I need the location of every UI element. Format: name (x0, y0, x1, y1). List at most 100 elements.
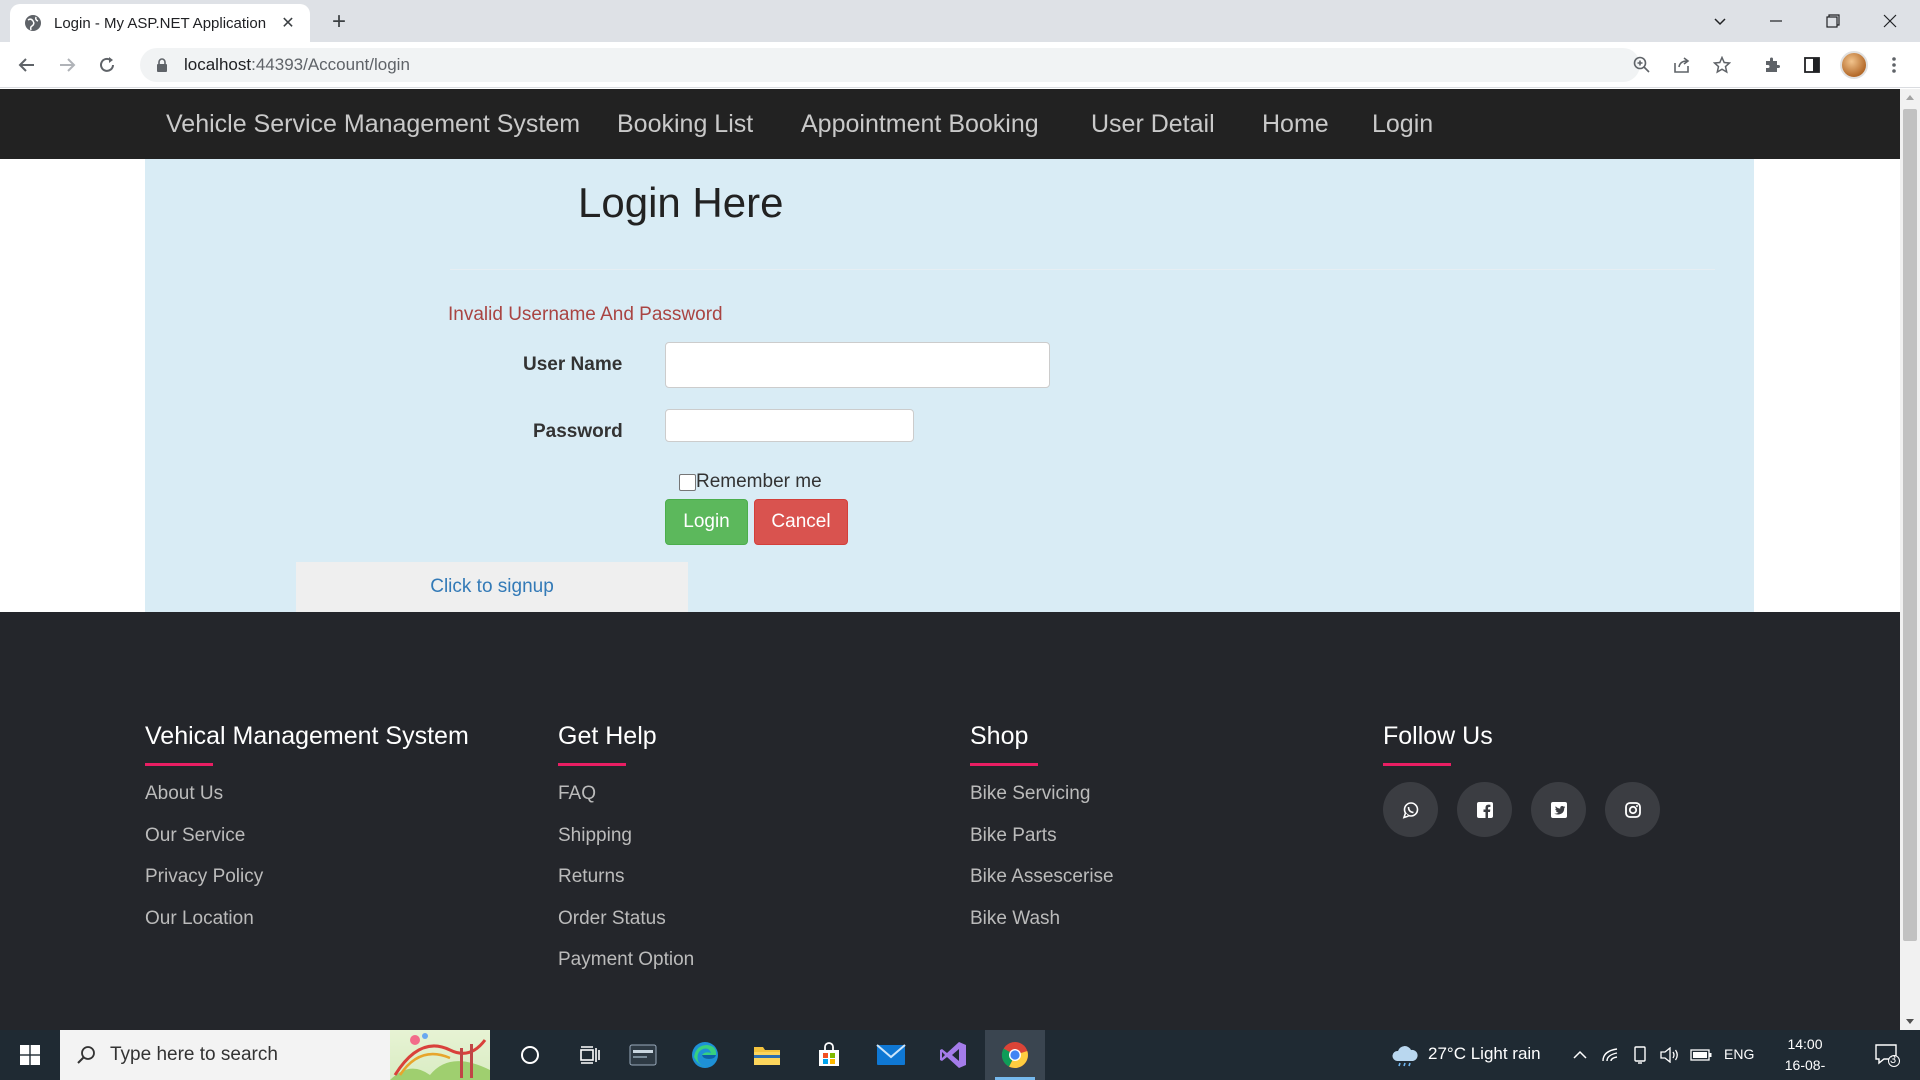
username-input[interactable] (665, 342, 1050, 388)
scrollbar-thumb[interactable] (1903, 109, 1917, 941)
site-footer: Vehical Management System About Us Our S… (0, 612, 1900, 1030)
chrome-icon[interactable] (985, 1030, 1045, 1080)
microsoft-store-icon[interactable] (799, 1030, 859, 1080)
file-explorer-icon[interactable] (737, 1030, 797, 1080)
browser-tab[interactable]: Login - My ASP.NET Application ✕ (10, 4, 310, 42)
footer-link-faq[interactable]: FAQ (558, 782, 694, 824)
globe-icon (24, 14, 42, 32)
network-icon[interactable] (1598, 1030, 1622, 1080)
whatsapp-icon[interactable] (1383, 782, 1438, 837)
footer-link-payment-option[interactable]: Payment Option (558, 948, 694, 990)
nav-booking-list[interactable]: Booking List (617, 89, 753, 159)
footer-heading-underline (1383, 763, 1451, 766)
profile-avatar[interactable] (1840, 51, 1868, 79)
visual-studio-icon[interactable] (923, 1030, 983, 1080)
close-window-icon[interactable] (1862, 0, 1918, 42)
scroll-up-icon[interactable] (1906, 95, 1914, 100)
footer-link-bike-assescerise[interactable]: Bike Assescerise (970, 865, 1114, 907)
footer-link-privacy-policy[interactable]: Privacy Policy (145, 865, 469, 907)
cortana-icon[interactable] (500, 1030, 560, 1080)
weather-cloud-icon[interactable] (1380, 1030, 1430, 1080)
taskbar-search[interactable]: Type here to search (60, 1030, 490, 1080)
search-highlight-illustration (390, 1030, 490, 1080)
volume-icon[interactable] (1658, 1030, 1682, 1080)
mail-icon[interactable] (861, 1030, 921, 1080)
footer-link-returns[interactable]: Returns (558, 865, 694, 907)
password-label: Password (533, 421, 623, 442)
zoom-icon[interactable] (1630, 53, 1654, 77)
tab-search-icon[interactable] (1692, 0, 1748, 42)
facebook-icon[interactable] (1457, 782, 1512, 837)
footer-link-bike-wash[interactable]: Bike Wash (970, 907, 1114, 949)
windows-taskbar: Type here to search 27°C Light rain ENG … (0, 1030, 1920, 1080)
task-view-icon[interactable] (560, 1030, 620, 1080)
footer-link-our-service[interactable]: Our Service (145, 824, 469, 866)
back-icon[interactable] (15, 53, 39, 77)
notification-count: 3 (1890, 1054, 1897, 1066)
mysql-workbench-icon[interactable] (613, 1030, 673, 1080)
nav-brand[interactable]: Vehicle Service Management System (166, 89, 580, 159)
browser-tab-bar: Login - My ASP.NET Application ✕ + (0, 0, 1920, 42)
device-icon[interactable] (1628, 1030, 1652, 1080)
share-icon[interactable] (1670, 53, 1694, 77)
footer-col-follow: Follow Us (1383, 722, 1660, 837)
footer-link-about-us[interactable]: About Us (145, 782, 469, 824)
reload-icon[interactable] (95, 53, 119, 77)
login-panel: Login Here Invalid Username And Password… (145, 159, 1754, 612)
scroll-down-icon[interactable] (1906, 1019, 1914, 1024)
restore-icon[interactable] (1805, 0, 1861, 42)
nav-home[interactable]: Home (1262, 89, 1329, 159)
extensions-icon[interactable] (1760, 53, 1784, 77)
taskbar-clock[interactable]: 14:00 16-08-2022 (1770, 1034, 1840, 1080)
menu-kebab-icon[interactable] (1882, 53, 1906, 77)
remember-checkbox[interactable] (679, 473, 696, 491)
twitter-icon[interactable] (1531, 782, 1586, 837)
windows-start-icon[interactable] (0, 1030, 60, 1080)
cancel-button[interactable]: Cancel (754, 499, 848, 545)
clock-date: 16-08-2022 (1784, 1057, 1826, 1080)
battery-icon[interactable] (1688, 1030, 1714, 1080)
footer-link-shipping[interactable]: Shipping (558, 824, 694, 866)
login-button[interactable]: Login (665, 499, 748, 545)
new-tab-icon[interactable]: + (325, 8, 353, 36)
search-placeholder: Type here to search (110, 1044, 278, 1065)
remember-label: Remember me (696, 471, 822, 492)
footer-link-bike-servicing[interactable]: Bike Servicing (970, 782, 1114, 824)
notifications-icon[interactable]: 3 (1862, 1030, 1912, 1080)
footer-heading: Get Help (558, 722, 657, 750)
address-bar[interactable]: localhost:44393/Account/login (140, 48, 1640, 82)
signup-link[interactable]: Click to signup (430, 576, 554, 598)
footer-col-help: Get Help FAQ Shipping Returns Order Stat… (558, 722, 694, 990)
footer-col-shop: Shop Bike Servicing Bike Parts Bike Asse… (970, 722, 1114, 948)
page-title: Login Here (578, 179, 784, 226)
footer-heading: Follow Us (1383, 722, 1493, 750)
forward-icon[interactable] (55, 53, 79, 77)
tab-title: Login - My ASP.NET Application (54, 14, 267, 32)
username-label: User Name (523, 354, 623, 375)
weather-text[interactable]: 27°C Light rain (1428, 1044, 1541, 1064)
footer-link-bike-parts[interactable]: Bike Parts (970, 824, 1114, 866)
divider (450, 269, 1715, 270)
bookmark-star-icon[interactable] (1710, 53, 1734, 77)
side-panel-icon[interactable] (1800, 53, 1824, 77)
page-scrollbar[interactable] (1900, 89, 1920, 1030)
lock-icon (154, 57, 170, 73)
remember-me[interactable]: Remember me (679, 471, 822, 493)
site-navbar: Vehicle Service Management System Bookin… (0, 89, 1900, 159)
language-indicator[interactable]: ENG (1724, 1046, 1754, 1062)
footer-col-about: Vehical Management System About Us Our S… (145, 722, 469, 948)
tab-close-icon[interactable]: ✕ (278, 13, 298, 33)
instagram-icon[interactable] (1605, 782, 1660, 837)
nav-user-detail[interactable]: User Detail (1091, 89, 1215, 159)
password-input[interactable] (665, 409, 914, 442)
nav-appointment-booking[interactable]: Appointment Booking (801, 89, 1039, 159)
footer-link-our-location[interactable]: Our Location (145, 907, 469, 949)
social-links (1383, 782, 1660, 837)
validation-error: Invalid Username And Password (448, 304, 723, 325)
minimize-icon[interactable] (1748, 0, 1804, 42)
edge-icon[interactable] (675, 1030, 735, 1080)
nav-login[interactable]: Login (1372, 89, 1433, 159)
url-text: localhost:44393/Account/login (184, 55, 410, 74)
show-hidden-icons-icon[interactable] (1568, 1030, 1592, 1080)
footer-link-order-status[interactable]: Order Status (558, 907, 694, 949)
